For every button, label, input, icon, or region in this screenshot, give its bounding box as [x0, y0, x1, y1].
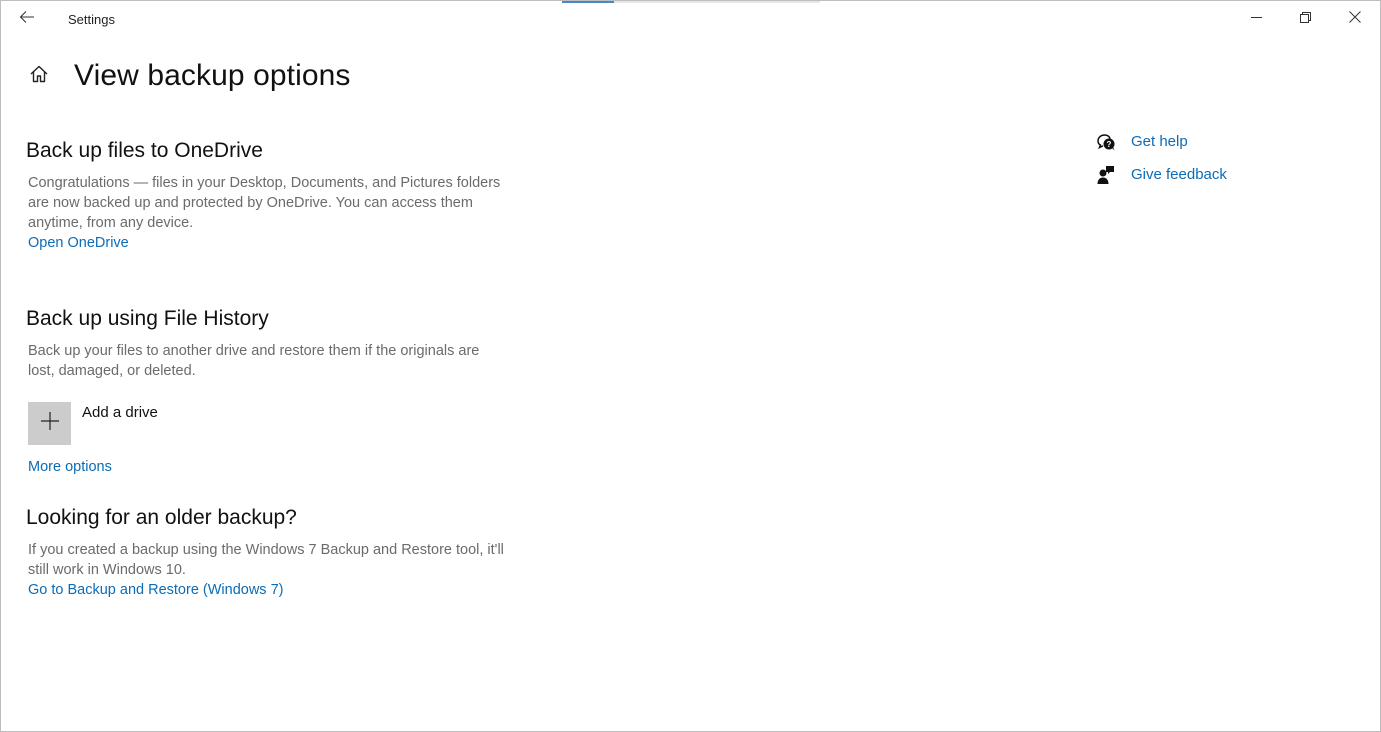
home-icon — [29, 64, 49, 89]
section-title: Back up using File History — [26, 307, 269, 330]
open-onedrive-link[interactable]: Open OneDrive — [28, 233, 129, 253]
more-options-link[interactable]: More options — [28, 457, 112, 477]
section-title: Looking for an older backup? — [26, 506, 297, 529]
section-description: If you created a backup using the Window… — [28, 542, 504, 578]
help-chat-icon: ? — [1095, 131, 1117, 153]
restore-button[interactable] — [1282, 1, 1328, 37]
section-description: Congratulations — files in your Desktop,… — [28, 175, 501, 231]
back-arrow-icon — [19, 10, 35, 29]
plus-icon — [40, 411, 60, 436]
close-button[interactable] — [1332, 1, 1378, 37]
title-bar: Settings — [1, 1, 1380, 37]
svg-text:?: ? — [1107, 140, 1112, 149]
restore-icon — [1299, 10, 1311, 28]
close-icon — [1349, 10, 1361, 28]
minimize-button[interactable] — [1233, 1, 1279, 37]
back-button[interactable] — [11, 5, 43, 33]
get-help-label[interactable]: Get help — [1131, 133, 1188, 150]
file-history-section: Back up using File History Back up your … — [26, 307, 506, 477]
app-title: Settings — [68, 12, 115, 27]
settings-window: Settings View backup options Back up fil… — [0, 0, 1381, 732]
section-description: Back up your files to another drive and … — [28, 343, 480, 379]
add-drive-tile[interactable] — [28, 402, 71, 445]
related-links: ? Get help Give feedback — [1095, 125, 1227, 191]
get-help-link[interactable]: ? Get help — [1095, 125, 1227, 158]
backup-restore-windows7-link[interactable]: Go to Backup and Restore (Windows 7) — [28, 580, 283, 600]
section-title: Back up files to OneDrive — [26, 139, 263, 162]
minimize-icon — [1250, 10, 1262, 28]
page-header: View backup options — [25, 59, 351, 93]
home-button[interactable] — [25, 62, 53, 90]
add-drive-button[interactable]: Add a drive — [28, 402, 506, 445]
older-backup-section: Looking for an older backup? If you crea… — [26, 506, 506, 600]
give-feedback-link[interactable]: Give feedback — [1095, 158, 1227, 191]
page-title: View backup options — [74, 59, 351, 92]
feedback-icon — [1095, 164, 1117, 186]
onedrive-section: Back up files to OneDrive Congratulation… — [26, 139, 503, 253]
give-feedback-label[interactable]: Give feedback — [1131, 166, 1227, 183]
add-drive-label[interactable]: Add a drive — [82, 404, 158, 421]
